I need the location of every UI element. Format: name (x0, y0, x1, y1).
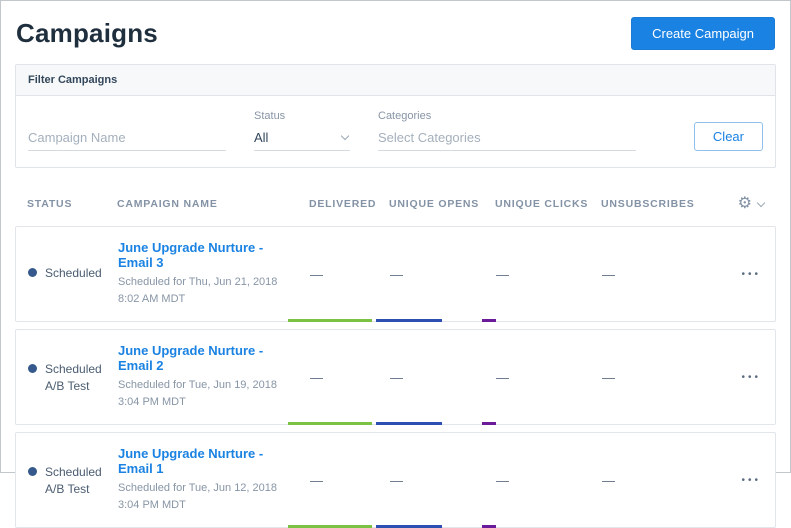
campaigns-page: { "header": { "title": "Campaigns", "cre… (0, 0, 791, 473)
table-row: Scheduled June Upgrade Nurture - Email 3… (15, 226, 776, 322)
campaign-name-link[interactable]: June Upgrade Nurture - Email 3 (118, 240, 296, 270)
create-campaign-button[interactable]: Create Campaign (631, 17, 775, 50)
unsubscribes-value: — (602, 473, 718, 488)
row-actions-menu-button[interactable]: ••• (739, 265, 763, 284)
table-row: Scheduled A/B Test June Upgrade Nurture … (15, 329, 776, 425)
status-select[interactable]: All (254, 127, 350, 151)
status-cell: Scheduled A/B Test (28, 362, 118, 393)
row-actions-menu-button[interactable]: ••• (739, 471, 763, 490)
campaign-schedule-text: Scheduled for Thu, Jun 21, 2018 8:02 AM … (118, 274, 290, 308)
campaign-cell: June Upgrade Nurture - Email 3 Scheduled… (118, 240, 310, 308)
delivered-value: — (310, 267, 390, 282)
campaign-name-input[interactable] (28, 127, 226, 151)
chevron-down-icon (757, 198, 765, 206)
column-header-unique-clicks: Unique Clicks (495, 198, 601, 210)
campaign-cell: June Upgrade Nurture - Email 2 Scheduled… (118, 343, 310, 411)
status-cell: Scheduled A/B Test (28, 465, 118, 496)
column-header-campaign-name: Campaign Name (117, 198, 309, 210)
categories-field-group: Categories (378, 110, 636, 151)
table-settings-button[interactable]: ⚙ (738, 196, 764, 212)
table-row: Scheduled A/B Test June Upgrade Nurture … (15, 432, 776, 528)
table-header-row: Status Campaign Name Delivered Unique Op… (1, 190, 790, 226)
campaign-name-link[interactable]: June Upgrade Nurture - Email 2 (118, 343, 296, 373)
unique-clicks-progress-bar (482, 422, 496, 425)
topbar: Campaigns Create Campaign (1, 1, 790, 60)
status-text: Scheduled (45, 266, 102, 280)
clear-filters-button[interactable]: Clear (694, 122, 763, 151)
column-header-delivered: Delivered (309, 198, 389, 210)
unique-opens-progress-bar (376, 319, 442, 322)
unsubscribes-value: — (602, 370, 718, 385)
campaign-schedule-text: Scheduled for Tue, Jun 19, 2018 3:04 PM … (118, 377, 290, 411)
campaign-name-field-group (28, 127, 226, 151)
gear-icon: ⚙ (738, 196, 752, 212)
campaign-name-link[interactable]: June Upgrade Nurture - Email 1 (118, 446, 296, 476)
filter-panel: Filter Campaigns Status All Categories C… (15, 64, 776, 168)
column-header-unique-opens: Unique Opens (389, 198, 495, 210)
chevron-down-icon (341, 132, 349, 140)
unique-opens-value: — (390, 267, 496, 282)
status-text: Scheduled (45, 465, 102, 479)
unique-clicks-progress-bar (482, 319, 496, 322)
unique-clicks-value: — (496, 267, 602, 282)
categories-input[interactable] (378, 127, 636, 151)
status-selected-value: All (254, 130, 268, 145)
delivered-progress-bar (288, 422, 372, 425)
filter-body: Status All Categories Clear (16, 96, 775, 167)
status-subtext: A/B Test (45, 482, 102, 496)
delivered-value: — (310, 370, 390, 385)
status-subtext: A/B Test (45, 379, 102, 393)
column-header-unsubscribes: Unsubscribes (601, 198, 717, 210)
unique-clicks-value: — (496, 370, 602, 385)
status-field-group: Status All (254, 110, 350, 151)
unique-opens-value: — (390, 370, 496, 385)
campaign-cell: June Upgrade Nurture - Email 1 Scheduled… (118, 446, 310, 514)
campaigns-table: Status Campaign Name Delivered Unique Op… (1, 190, 790, 528)
unsubscribes-value: — (602, 267, 718, 282)
page-title: Campaigns (16, 18, 158, 49)
delivered-progress-bar (288, 319, 372, 322)
campaign-schedule-text: Scheduled for Tue, Jun 12, 2018 3:04 PM … (118, 480, 290, 514)
status-dot-icon (28, 467, 37, 476)
status-label: Status (254, 110, 350, 122)
unique-opens-value: — (390, 473, 496, 488)
status-cell: Scheduled (28, 266, 118, 283)
filter-panel-title: Filter Campaigns (16, 65, 775, 96)
unique-opens-progress-bar (376, 422, 442, 425)
status-text: Scheduled (45, 362, 102, 376)
categories-label: Categories (378, 110, 636, 122)
delivered-value: — (310, 473, 390, 488)
row-actions-menu-button[interactable]: ••• (739, 368, 763, 387)
status-dot-icon (28, 364, 37, 373)
unique-clicks-value: — (496, 473, 602, 488)
status-dot-icon (28, 268, 37, 277)
column-header-status: Status (27, 198, 117, 210)
